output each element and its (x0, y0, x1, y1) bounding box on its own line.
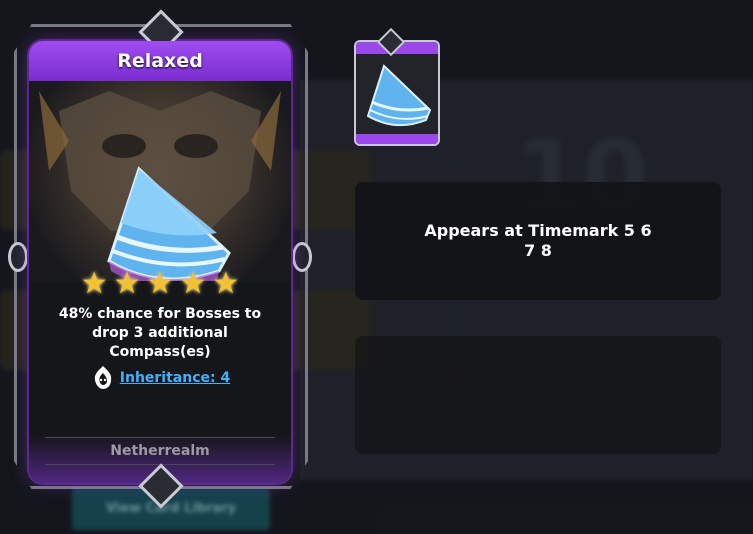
star-icon: ★ (113, 266, 141, 301)
card-art (29, 81, 291, 281)
frame-side-ornament (292, 242, 312, 272)
timemark-panel: Appears at Timemark 5 6 7 8 (355, 182, 721, 300)
compass-shard-icon (39, 91, 281, 281)
star-icon: ★ (146, 266, 174, 301)
inheritance-row: Inheritance: 4 (29, 365, 291, 391)
frame-side-ornament (8, 242, 28, 272)
card-thumbnail[interactable] (354, 40, 440, 146)
card-origin: Netherrealm (45, 437, 275, 465)
star-icon: ★ (212, 266, 240, 301)
inheritance-link[interactable]: Inheritance: 4 (120, 370, 230, 386)
card-description: 48% chance for Bosses to drop 3 addition… (58, 306, 262, 360)
card-detail: Relaxed ★ ★ ★ ★ ★ 48% chance for Bosses … (29, 41, 291, 483)
empty-info-panel (355, 336, 721, 454)
compass-shard-icon (366, 64, 432, 127)
flame-skull-icon (94, 366, 111, 389)
star-icon: ★ (179, 266, 207, 301)
timemark-text: Appears at Timemark 5 6 7 8 (424, 221, 652, 260)
star-icon: ★ (80, 266, 108, 301)
card-title: Relaxed (29, 41, 291, 81)
star-rating: ★ ★ ★ ★ ★ (29, 269, 291, 299)
